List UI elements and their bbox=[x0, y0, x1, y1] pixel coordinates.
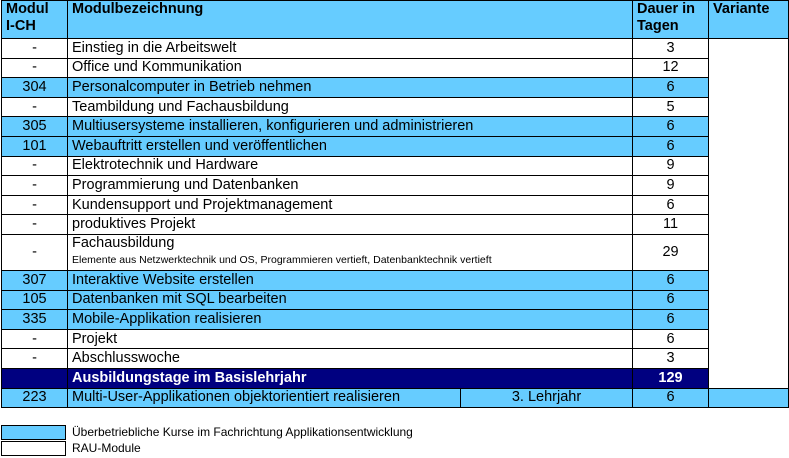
modul-name: Office und Kommunikation bbox=[66, 57, 634, 79]
table-row: - Einstieg in die Arbeitswelt 3 Basislehrja… bbox=[1, 38, 789, 389]
total-row: Ausbildungstage im Basislehrjahr 129 bbox=[1, 367, 789, 389]
modul-number: 223 bbox=[1, 387, 68, 409]
modul-days: 3 bbox=[632, 348, 710, 369]
modul-days: 6 bbox=[632, 387, 710, 409]
modul-days: 3 bbox=[632, 38, 710, 59]
variant-cell: Basislehrjahr bbox=[708, 38, 789, 389]
legend-swatch-rau bbox=[1, 440, 66, 456]
modul-number: - bbox=[1, 214, 68, 235]
header-variante: Variante bbox=[708, 0, 789, 39]
modul-name: Mobile-Applikation realisieren bbox=[66, 309, 634, 330]
modul-name: Teambildung und Fachausbildung bbox=[66, 96, 634, 118]
total-empty bbox=[1, 367, 68, 389]
modul-days: 5 bbox=[632, 96, 710, 118]
modul-name: produktives Projekt bbox=[66, 214, 634, 235]
legend-uek: Überbetriebliche Kurse im Fachrichtung A… bbox=[1, 424, 413, 440]
variant-label: Basislehrjahr bbox=[752, 165, 770, 261]
modul-number: 105 bbox=[1, 289, 68, 311]
modul-number: 304 bbox=[1, 77, 68, 98]
modul-name: Kundensupport und Projektmanagement bbox=[66, 194, 634, 216]
total-label: Ausbildungstage im Basislehrjahr bbox=[66, 367, 634, 389]
table-row: - Abschlusswoche 3 bbox=[1, 348, 789, 369]
modul-days: 6 bbox=[632, 269, 710, 291]
modul-days: 6 bbox=[632, 116, 710, 137]
modul-name: Multiusersysteme installieren, konfiguri… bbox=[66, 116, 634, 137]
modul-days: 6 bbox=[632, 309, 710, 330]
modul-days: 9 bbox=[632, 155, 710, 177]
modul-name: Elektrotechnik und Hardware bbox=[66, 155, 634, 177]
modul-days: 11 bbox=[632, 214, 710, 235]
header-bezeichnung: Modulbezeichnung bbox=[66, 0, 634, 39]
table-row: 304 Personalcomputer in Betrieb nehmen 6 bbox=[1, 77, 789, 98]
table-row: - produktives Projekt 11 bbox=[1, 214, 789, 235]
modul-number: - bbox=[1, 194, 68, 216]
modul-days: 6 bbox=[632, 135, 710, 157]
modul-days: 6 bbox=[632, 194, 710, 216]
modul-name: Webauftritt erstellen und veröffentliche… bbox=[66, 135, 634, 157]
modul-number: - bbox=[1, 96, 68, 118]
modul-days: 6 bbox=[632, 328, 710, 350]
legend-rau: RAU-Module bbox=[1, 440, 413, 456]
modul-name: Datenbanken mit SQL bearbeiten bbox=[66, 289, 634, 311]
variant-empty bbox=[708, 387, 789, 409]
modul-name: Multi-User-Applikationen objektorientier… bbox=[67, 387, 461, 409]
modul-number: - bbox=[1, 38, 68, 59]
table-row-third-year: 223 Multi-User-Applikationen objektorient… bbox=[1, 387, 789, 409]
legend-swatch-uek bbox=[1, 424, 66, 440]
modul-name: Interaktive Website erstellen bbox=[66, 269, 634, 291]
module-table: Modul I-CH Modulbezeichnung Dauer in Tagen… bbox=[1, 0, 789, 409]
table-row: - Fachausbildung Elemente aus Netzwerktech… bbox=[1, 233, 789, 271]
table-row: - Programmierung und Datenbanken 9 bbox=[1, 175, 789, 196]
modul-days: 12 bbox=[632, 57, 710, 79]
header-modul: Modul I-CH bbox=[1, 0, 68, 39]
legend-label-rau: RAU-Module bbox=[72, 441, 141, 455]
modul-number: - bbox=[1, 175, 68, 196]
modul-number: - bbox=[1, 155, 68, 177]
modul-days: 29 bbox=[632, 233, 710, 271]
modul-name-main: Fachausbildung bbox=[72, 234, 175, 251]
table-row: - Kundensupport und Projektmanagement 6 bbox=[1, 194, 789, 216]
modul-name: Einstieg in die Arbeitswelt bbox=[66, 38, 634, 59]
table-row: 105 Datenbanken mit SQL bearbeiten 6 bbox=[1, 289, 789, 311]
table-row: - Elektrotechnik und Hardware 9 bbox=[1, 155, 789, 177]
modul-days: 6 bbox=[632, 289, 710, 311]
modul-days: 6 bbox=[632, 77, 710, 98]
table-row: 101 Webauftritt erstellen und veröffentli… bbox=[1, 135, 789, 157]
modul-days: 9 bbox=[632, 175, 710, 196]
modul-name: Personalcomputer in Betrieb nehmen bbox=[66, 77, 634, 98]
table-row: 307 Interaktive Website erstellen 6 bbox=[1, 269, 789, 291]
table-row: - Office und Kommunikation 12 bbox=[1, 57, 789, 79]
table-row: - Teambildung und Fachausbildung 5 bbox=[1, 96, 789, 118]
modul-number: - bbox=[1, 348, 68, 369]
modul-number: - bbox=[1, 328, 68, 350]
modul-number: - bbox=[1, 57, 68, 79]
modul-name: Programmierung und Datenbanken bbox=[66, 175, 634, 196]
modul-number: 101 bbox=[1, 135, 68, 157]
modul-number: 307 bbox=[1, 269, 68, 291]
table-row: 335 Mobile-Applikation realisieren 6 bbox=[1, 309, 789, 330]
table-row: - Projekt 6 bbox=[1, 328, 789, 350]
modul-name: Abschlusswoche bbox=[66, 348, 634, 369]
lehrjahr-label: 3. Lehrjahr bbox=[459, 387, 634, 409]
modul-name-sub: Elemente aus Netzwerktechnik und OS, Pro… bbox=[72, 253, 492, 266]
total-days: 129 bbox=[632, 367, 710, 389]
modul-name: Projekt bbox=[66, 328, 634, 350]
table-row: 305 Multiusersysteme installieren, konfig… bbox=[1, 116, 789, 137]
modul-number: - bbox=[1, 233, 68, 271]
header-dauer: Dauer in Tagen bbox=[632, 0, 710, 39]
legend: Überbetriebliche Kurse im Fachrichtung A… bbox=[1, 424, 413, 456]
modul-number: 335 bbox=[1, 309, 68, 330]
legend-label-uek: Überbetriebliche Kurse im Fachrichtung A… bbox=[72, 425, 413, 439]
header-row: Modul I-CH Modulbezeichnung Dauer in Tagen… bbox=[1, 0, 789, 39]
modul-name: Fachausbildung Elemente aus Netzwerktechn… bbox=[66, 233, 634, 271]
modul-number: 305 bbox=[1, 116, 68, 137]
